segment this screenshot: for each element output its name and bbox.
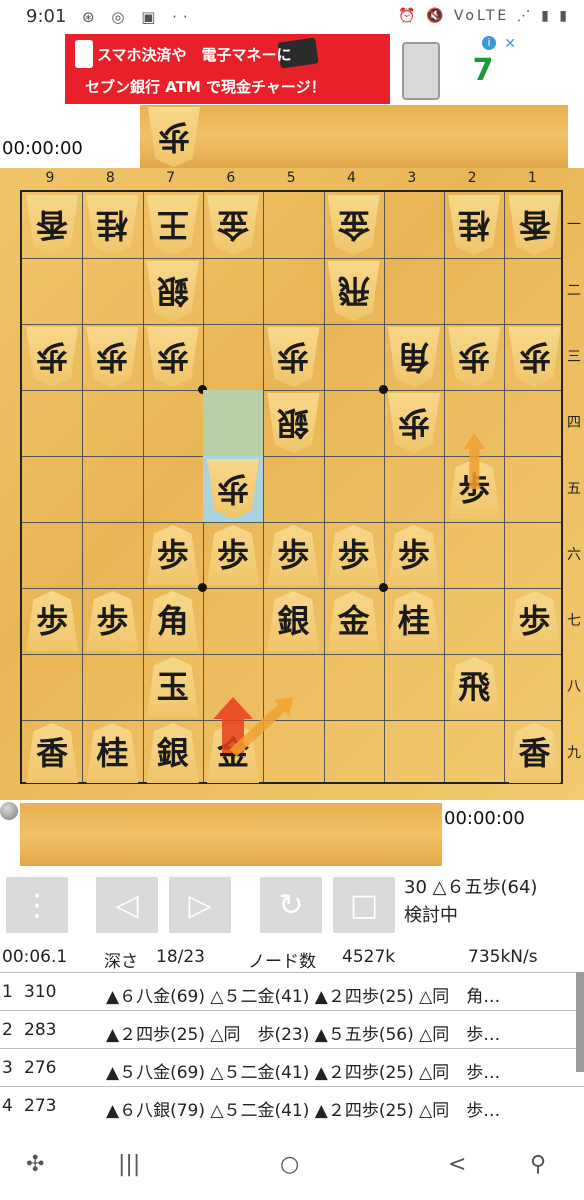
pv-row[interactable]: 2 283 ▲２四歩(25) △同 歩(23) ▲５五歩(56) △同 歩… [0,1010,584,1048]
rank-label: 七 [567,613,581,629]
turn-indicator [0,802,18,820]
file-label: 7 [166,170,176,186]
pv-score: 273 [24,1096,57,1116]
pv-scrollbar[interactable] [576,972,584,1072]
refresh-button[interactable]: ↻ [260,877,322,933]
pv-moves: ▲６八銀(79) △５二金(41) ▲２四歩(25) △同 歩… [106,1101,501,1121]
elapsed-time: 00:06.1 [2,947,68,967]
clock: 9:01 [26,6,67,27]
rank-label: 二 [567,283,581,299]
rank-label: 三 [567,349,581,365]
move-info: 30 △６五歩(64) 検討中 [404,874,537,930]
file-label: 2 [467,170,477,186]
rank-label: 五 [567,481,581,497]
player-timer: 00:00:00 [444,808,525,829]
prev-move-button[interactable]: ◁ [96,877,158,933]
next-move-button[interactable]: ▷ [169,877,231,933]
pv-moves: ▲６八金(69) △５二金(41) ▲２四歩(25) △同 角… [106,987,501,1007]
ad-line-1: スマホ決済や 電子マネーに [97,46,292,64]
file-label: 6 [226,170,236,186]
engine-status: 検討中 [404,905,458,926]
pv-moves: ▲５八金(69) △５二金(41) ▲２四歩(25) △同 歩… [106,1063,501,1083]
file-label: 8 [105,170,115,186]
file-label: 9 [45,170,55,186]
pv-row[interactable]: 3 276 ▲５八金(69) △５二金(41) ▲２四歩(25) △同 歩… [0,1048,584,1086]
ad-line-2: セブン銀行 ATM で現金チャージ！ [85,78,326,96]
pv-row[interactable]: 1 310 ▲６八金(69) △５二金(41) ▲２四歩(25) △同 角… [0,972,584,1010]
home-icon[interactable]: ○ [280,1152,299,1177]
pv-moves: ▲２四歩(25) △同 歩(23) ▲５五歩(56) △同 歩… [106,1025,501,1045]
move-arrow-alt [463,433,486,489]
nodes-value: 4527k [342,947,396,967]
rank-label: 六 [567,547,581,563]
menu-button[interactable]: ⋮ [6,877,68,933]
status-bar: 9:01 ⊛ ◎ ▣ ·· ⏰ 🔇 VoLTE ⋰ ▮ ▮ [0,0,584,34]
game-tools-icon[interactable]: ✣ [26,1152,44,1177]
pv-score: 283 [24,1020,57,1040]
file-label: 1 [527,170,537,186]
nps-value: 735kN/s [468,947,538,967]
rank-label: 四 [567,415,581,431]
engine-stats: 00:06.1 深さ 18/23 ノード数 4527k 735kN/s [0,944,584,972]
arrow-layer [213,433,486,757]
hand-piece[interactable]: 歩 [148,107,200,167]
rank-label: 九 [567,745,581,761]
pv-rank: 4 [2,1096,13,1116]
rank-label: 八 [567,679,581,695]
pv-list[interactable]: 1 310 ▲６八金(69) △５二金(41) ▲２四歩(25) △同 角… 2 283… [0,972,584,1124]
rank-label: 一 [567,217,581,233]
current-move: 30 △６五歩(64) [404,877,538,898]
pv-score: 310 [24,982,57,1002]
system-icons: ⏰ 🔇 VoLTE ⋰ ▮ ▮ [398,8,570,24]
depth-label: 深さ [104,952,138,972]
notification-icons: ⊛ ◎ ▣ ·· [82,8,194,26]
back-icon[interactable]: < [448,1152,466,1177]
depth-value: 18/23 [156,947,205,967]
recent-apps-icon[interactable]: ||| [118,1152,140,1177]
player-hand[interactable] [20,803,442,866]
pv-rank: 1 [2,982,13,1002]
opponent-hand[interactable]: 歩 [140,105,568,168]
pv-score: 276 [24,1058,57,1078]
pv-rank: 3 [2,1058,13,1078]
file-label: 3 [407,170,417,186]
opponent-timer: 00:00:00 [2,138,83,159]
ad-info-icon[interactable]: i [482,36,496,50]
file-label: 4 [347,170,356,186]
ad-banner[interactable]: スマホ決済や 電子マネーに セブン銀行 ATM で現金チャージ！ 7 i ✕ [65,34,520,104]
ad-image: 7 i ✕ [390,34,520,104]
accessibility-icon[interactable]: ⚲ [530,1152,546,1177]
pv-row[interactable]: 4 273 ▲６八銀(79) △５二金(41) ▲２四歩(25) △同 歩… [0,1086,584,1124]
ad-close-icon[interactable]: ✕ [504,36,516,52]
phone-icon [75,40,93,68]
bank-logo: 7 [472,53,494,88]
nodes-label: ノード数 [248,952,316,972]
pv-rank: 2 [2,1020,13,1040]
atm-icon [402,42,440,100]
file-label: 5 [286,170,296,186]
shogi-board[interactable]: 香桂王金金桂香銀飛歩歩歩歩角歩歩銀歩歩歩歩歩歩歩歩歩歩角銀金桂歩玉飛香桂銀金香 [20,190,563,784]
navigation-bar: ✣ ||| ○ < ⚲ [0,1132,584,1200]
stop-button[interactable]: □ [333,877,395,933]
